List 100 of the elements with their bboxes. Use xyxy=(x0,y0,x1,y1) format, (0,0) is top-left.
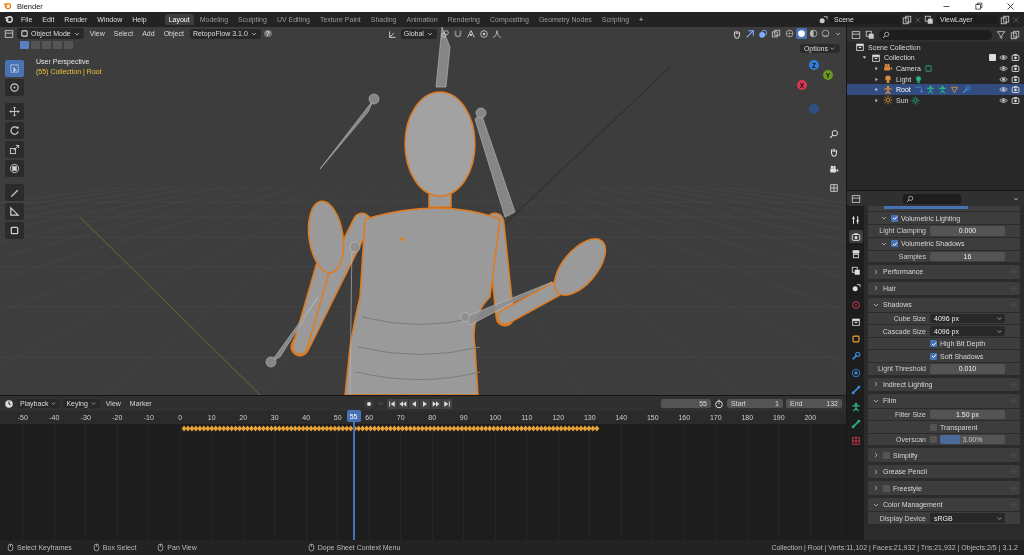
shading-button[interactable] xyxy=(796,28,807,39)
playback-button[interactable] xyxy=(397,398,408,409)
eye-icon[interactable] xyxy=(999,53,1008,63)
gizmo-icon[interactable] xyxy=(745,28,755,39)
solid-sphere-icon xyxy=(797,29,806,38)
editor-type-icon[interactable] xyxy=(851,193,861,204)
tool-button[interactable] xyxy=(5,184,24,201)
stopwatch-icon[interactable] xyxy=(714,398,724,409)
xray-icon[interactable] xyxy=(771,28,781,39)
blender-logo-icon[interactable] xyxy=(4,14,15,25)
chevron-icon[interactable] xyxy=(880,214,888,222)
camera-view-button[interactable] xyxy=(827,163,841,176)
scene-icon[interactable] xyxy=(818,14,828,25)
copy-icon[interactable] xyxy=(1000,14,1010,25)
shading-button[interactable] xyxy=(808,28,819,39)
tool-button[interactable] xyxy=(5,203,24,220)
drag-handle-icon xyxy=(1009,450,1018,460)
next-key-icon xyxy=(431,399,440,408)
jump-end-icon xyxy=(442,399,451,408)
zoom-icon xyxy=(829,128,839,139)
zoom-button[interactable] xyxy=(827,127,841,140)
tool-button[interactable] xyxy=(5,122,24,139)
light-icon xyxy=(883,74,893,85)
collection-icon xyxy=(850,316,861,327)
drag-handle-icon xyxy=(1009,467,1018,477)
overlay-icon[interactable] xyxy=(758,28,768,39)
keyframe-strip[interactable] xyxy=(182,425,600,432)
filter-icon[interactable] xyxy=(996,29,1006,40)
render-camera-icon[interactable] xyxy=(1011,64,1020,73)
mouse-icon xyxy=(306,543,316,552)
tool-button[interactable] xyxy=(5,103,24,120)
render-camera-icon[interactable] xyxy=(1011,95,1020,105)
record-icon xyxy=(364,399,373,408)
maximize-icon xyxy=(973,1,983,11)
editor-type-icon[interactable] xyxy=(851,29,861,40)
camera-icon xyxy=(883,63,893,74)
view-layer-icon[interactable] xyxy=(924,14,934,25)
record-button[interactable] xyxy=(363,398,374,409)
ortho-toggle-button[interactable] xyxy=(827,181,841,194)
render-camera-icon[interactable] xyxy=(1011,74,1020,84)
wire-sphere-icon xyxy=(785,29,794,38)
snap-target-icon[interactable] xyxy=(465,28,476,39)
checkbox[interactable] xyxy=(930,352,937,360)
cursor-icon xyxy=(9,82,20,93)
eye-icon[interactable] xyxy=(999,95,1008,105)
drag-handle-icon xyxy=(1009,300,1018,310)
falloff-icon[interactable] xyxy=(491,28,502,39)
render-camera-icon[interactable] xyxy=(1011,53,1020,63)
shading-button[interactable] xyxy=(784,28,795,39)
chevron-icon xyxy=(50,400,58,407)
properties-tab[interactable] xyxy=(848,230,863,243)
drag-handle-icon xyxy=(1009,396,1018,406)
collection-icon xyxy=(855,42,865,53)
new-collection-icon[interactable] xyxy=(1010,29,1020,40)
checkbox[interactable] xyxy=(930,340,937,348)
search-field[interactable] xyxy=(879,29,992,40)
checkbox[interactable] xyxy=(891,240,898,248)
eye-icon[interactable] xyxy=(999,74,1008,84)
scale-icon xyxy=(9,144,20,155)
checkbox[interactable] xyxy=(930,436,937,444)
playback-button[interactable] xyxy=(386,398,397,409)
editor-type-icon[interactable] xyxy=(4,28,14,39)
render-camera-icon[interactable] xyxy=(1011,85,1020,95)
grid-icon xyxy=(829,182,839,193)
render-icon xyxy=(850,231,861,242)
annotate-icon xyxy=(9,187,20,198)
select-icon xyxy=(9,63,20,74)
drag-handle-icon xyxy=(1009,500,1018,510)
exclude-checkbox[interactable] xyxy=(989,54,996,62)
search-icon xyxy=(906,194,914,203)
hand-icon xyxy=(829,146,839,157)
search-field[interactable] xyxy=(903,193,961,204)
tool-button[interactable] xyxy=(5,141,24,158)
eye-icon[interactable] xyxy=(999,64,1008,73)
play-icon xyxy=(420,399,429,408)
mouse-icon xyxy=(6,543,15,552)
search-icon xyxy=(882,30,890,39)
particles-icon xyxy=(850,367,861,378)
tool-button[interactable] xyxy=(5,222,24,239)
tool-button[interactable] xyxy=(5,160,24,177)
drag-handle-icon xyxy=(1009,283,1018,293)
proportional-edit-icon[interactable] xyxy=(478,28,489,39)
snap-icon[interactable] xyxy=(452,28,463,39)
armature-icon xyxy=(883,84,893,95)
display-mode-icon[interactable] xyxy=(865,29,875,40)
mesh-icon xyxy=(949,85,959,95)
modifier-icon xyxy=(850,350,861,361)
physics-icon xyxy=(850,384,861,395)
checkbox[interactable] xyxy=(891,214,898,222)
eye-icon[interactable] xyxy=(999,85,1008,95)
collection-icon xyxy=(871,52,881,63)
shading-button[interactable] xyxy=(820,28,831,39)
playback-button[interactable] xyxy=(430,398,441,409)
mouse-icon xyxy=(91,543,101,552)
playback-button[interactable] xyxy=(419,398,430,409)
tool-button[interactable] xyxy=(5,79,24,96)
light-icon xyxy=(914,74,924,84)
timeline-editor-icon[interactable] xyxy=(4,398,14,409)
wrench-icon xyxy=(961,85,971,95)
copy-icon[interactable] xyxy=(902,14,912,25)
